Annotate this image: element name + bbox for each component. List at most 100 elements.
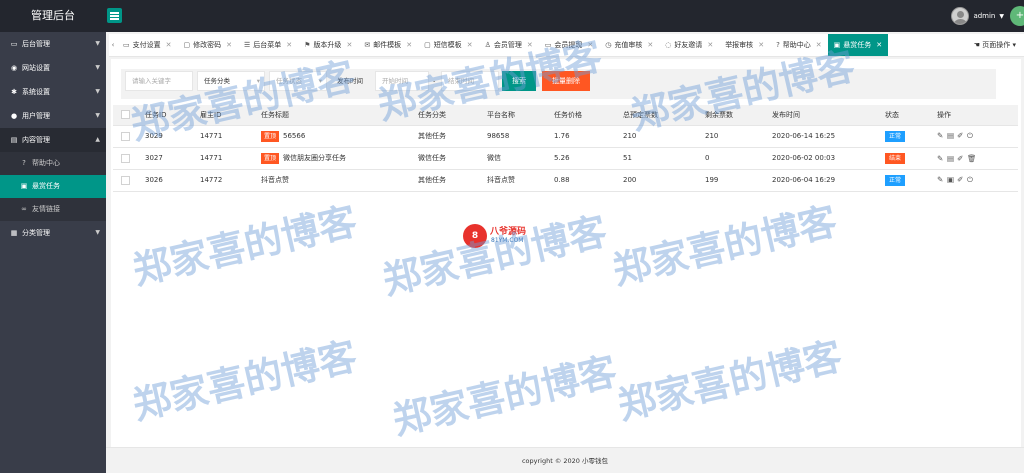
close-icon[interactable]: ✕ — [816, 41, 822, 49]
caret-down-icon[interactable]: ▼ — [999, 13, 1004, 20]
close-icon[interactable]: ✕ — [286, 41, 292, 49]
tab-change-password[interactable]: ▢ 修改密码 ✕ — [178, 34, 239, 56]
tab-mail-templates[interactable]: ✉ 邮件模板 ✕ — [358, 34, 418, 56]
top-bar: 管理后台 admin ▼ + — [0, 0, 1024, 32]
user-menu[interactable]: admin ▼ + — [951, 0, 1024, 32]
modify-icon[interactable]: ✐ — [957, 131, 966, 140]
close-icon[interactable]: ✕ — [346, 41, 352, 49]
user-icon: ♙ — [484, 41, 491, 49]
tab-member-withdraw[interactable]: ▭ 会员提现 ✕ — [539, 34, 600, 56]
cell-category: 微信任务 — [414, 147, 483, 170]
sidebar: ▭ 后台管理 ▼ ◉ 网站设置 ▼ ✱ 系统设置 ▼ ● 用户管理 ▼ ▤ 内容管理 ▲ ? 帮助中心… — [0, 32, 106, 473]
row-checkbox[interactable] — [121, 131, 130, 141]
batch-delete-button[interactable]: 批量删除 — [542, 71, 590, 91]
username[interactable]: admin — [973, 12, 995, 20]
share-icon: ◌ — [665, 41, 672, 49]
avatar[interactable] — [951, 7, 970, 25]
modify-icon[interactable]: ✐ — [957, 175, 966, 184]
tab-scroll-left-button[interactable]: ‹ — [109, 34, 117, 56]
col-task-title: 任务标题 — [257, 105, 414, 126]
end-time-input[interactable]: 结束时间 — [441, 71, 499, 91]
cell-employer-id: 14771 — [196, 147, 257, 170]
row-checkbox[interactable] — [121, 175, 130, 185]
edit-icon[interactable]: ✎ — [937, 154, 946, 163]
sidebar-subitem-bounty-tasks[interactable]: ▣ 悬赏任务 — [0, 175, 106, 198]
page-operations-dropdown[interactable]: ☚ 页面操作 ▾ — [974, 34, 1016, 56]
filter-bar: 请输入关键字 任务分类 任务状态 发布时间 开始时间 - 结束时间 搜索 批量删… — [121, 69, 996, 99]
flag-icon: ⚑ — [304, 41, 311, 49]
cell-category: 其他任务 — [414, 169, 483, 192]
brand-name: 八爷源码 — [490, 227, 527, 237]
close-icon[interactable]: ✕ — [876, 41, 882, 49]
status-select[interactable]: 任务状态 — [269, 71, 327, 91]
question-icon: ? — [776, 41, 780, 49]
search-button[interactable]: 搜索 — [502, 71, 536, 91]
sidebar-item-users[interactable]: ● 用户管理 ▼ — [0, 104, 106, 128]
status-badge: 结束 — [885, 152, 906, 164]
tab-recharge-review[interactable]: ◷ 充值审核 ✕ — [599, 34, 659, 56]
row-checkbox[interactable] — [121, 153, 130, 163]
start-time-input[interactable]: 开始时间 — [375, 71, 429, 91]
sidebar-item-system-settings[interactable]: ✱ 系统设置 ▼ — [0, 80, 106, 104]
app-title: 管理后台 — [31, 9, 75, 22]
cell-title: 抖音点赞 — [257, 169, 414, 192]
close-icon[interactable]: ✕ — [587, 41, 593, 49]
close-icon[interactable]: ✕ — [166, 41, 172, 49]
close-icon[interactable]: ✕ — [527, 41, 533, 49]
tab-member-management[interactable]: ♙ 会员管理 ✕ — [479, 34, 539, 56]
cell-platform: 抖音点赞 — [483, 169, 550, 192]
cell-task-id: 3027 — [141, 147, 196, 170]
keyword-input[interactable]: 请输入关键字 — [125, 71, 193, 91]
power-icon[interactable]: ⏻ — [967, 131, 976, 141]
close-icon[interactable]: ✕ — [467, 41, 473, 49]
sidebar-item-site-settings[interactable]: ◉ 网站设置 ▼ — [0, 56, 106, 80]
close-icon[interactable]: ✕ — [647, 41, 653, 49]
chat-icon: ▢ — [424, 41, 431, 49]
tab-bar: ‹ ▭ 支付设置 ✕ ▢ 修改密码 ✕ ☰ 后台菜单 ✕ ⚑ 版本升级 ✕ ✉ 邮件模板 ✕ ▢ 短信… — [109, 34, 1024, 57]
close-icon[interactable]: ✕ — [758, 41, 764, 49]
status-badge: 正常 — [885, 174, 906, 186]
sidebar-item-backend[interactable]: ▭ 后台管理 ▼ — [0, 32, 106, 56]
view-icon[interactable]: ▤ — [947, 131, 956, 140]
cell-time: 2020-06-02 00:03 — [768, 147, 881, 170]
sidebar-item-content[interactable]: ▤ 内容管理 ▲ — [0, 128, 106, 152]
tab-sms-templates[interactable]: ▢ 短信模板 ✕ — [418, 34, 479, 56]
tab-bounty-tasks[interactable]: ▣ 悬赏任务 ✕ — [827, 34, 889, 56]
tab-help-center[interactable]: ? 帮助中心 ✕ — [770, 34, 828, 56]
sidebar-subitem-links[interactable]: ∞ 友情链接 — [0, 198, 106, 221]
cell-total: 210 — [619, 125, 701, 148]
caret-down-icon: ▾ — [1010, 41, 1016, 49]
cell-employer-id: 14771 — [196, 125, 257, 148]
view-icon[interactable]: ▣ — [947, 175, 956, 184]
table-header-row: 任务ID 雇主ID 任务标题 任务分类 平台名称 任务价格 总预定票数 剩余票数… — [113, 105, 1018, 126]
edit-icon[interactable]: ✎ — [937, 175, 946, 184]
select-all-checkbox[interactable] — [121, 110, 130, 120]
tab-backend-menu[interactable]: ☰ 后台菜单 ✕ — [238, 34, 298, 56]
add-icon[interactable]: + — [1010, 6, 1024, 26]
user-icon: ● — [10, 112, 18, 120]
tab-payment-settings[interactable]: ▭ 支付设置 ✕ — [117, 34, 178, 56]
tab-report-review[interactable]: 举报审核 ✕ — [719, 34, 770, 56]
col-actions: 操作 — [933, 105, 1018, 126]
edit-icon[interactable]: ✎ — [937, 131, 946, 140]
close-icon[interactable]: ✕ — [406, 41, 412, 49]
main-content: 请输入关键字 任务分类 任务状态 发布时间 开始时间 - 结束时间 搜索 批量删… — [111, 59, 1021, 447]
cell-employer-id: 14772 — [196, 169, 257, 192]
sidebar-subitem-help[interactable]: ? 帮助中心 — [0, 152, 106, 175]
cell-price: 0.88 — [550, 169, 619, 192]
sidebar-item-categories[interactable]: ▦ 分类管理 ▼ — [0, 221, 106, 245]
brand-domain: 81YM.COM — [491, 237, 524, 244]
close-icon[interactable]: ✕ — [226, 41, 232, 49]
tab-friend-invite[interactable]: ◌ 好友邀请 ✕ — [659, 34, 719, 56]
menu-toggle-button[interactable] — [107, 8, 122, 23]
view-icon[interactable]: ▤ — [947, 154, 956, 163]
category-select[interactable]: 任务分类 — [197, 71, 265, 91]
power-icon[interactable]: ⏻ — [967, 175, 976, 185]
gear-icon: ✱ — [11, 88, 17, 96]
close-icon[interactable]: ✕ — [707, 41, 713, 49]
tab-version-upgrade[interactable]: ⚑ 版本升级 ✕ — [298, 34, 358, 56]
modify-icon[interactable]: ✐ — [957, 154, 966, 163]
folder-icon: ▭ — [123, 41, 130, 49]
trash-icon[interactable]: 🗑 — [967, 154, 977, 163]
mail-icon: ✉ — [364, 41, 371, 49]
